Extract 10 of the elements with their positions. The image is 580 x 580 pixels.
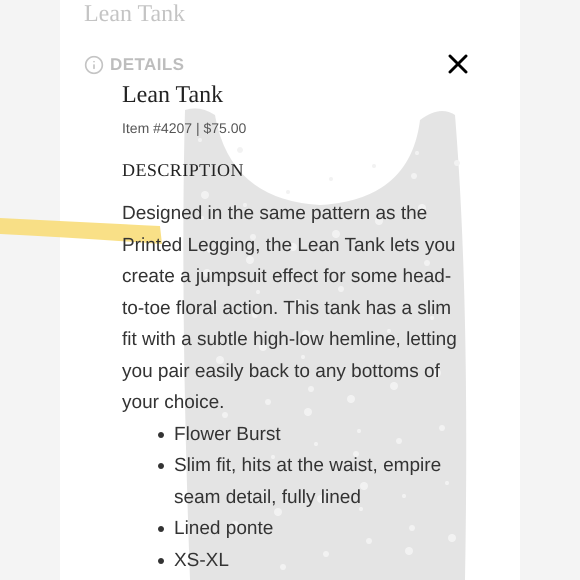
- bullet-text: Lined ponte: [174, 517, 274, 541]
- bullet-text: XS-XL: [174, 548, 229, 572]
- bullet-text: Slim fit, hits at the waist, empire seam detail, fully lined: [174, 454, 442, 510]
- page-title: Lean Tank: [84, 2, 186, 26]
- info-icon: [84, 54, 104, 75]
- details-heading: DETAILS: [110, 54, 184, 76]
- item-meta: Item #4207 | $75.00: [122, 119, 248, 138]
- modal-title: Lean Tank: [122, 81, 224, 110]
- bullet-text: Flower Burst: [174, 422, 281, 446]
- description-heading: DESCRIPTION: [122, 159, 245, 182]
